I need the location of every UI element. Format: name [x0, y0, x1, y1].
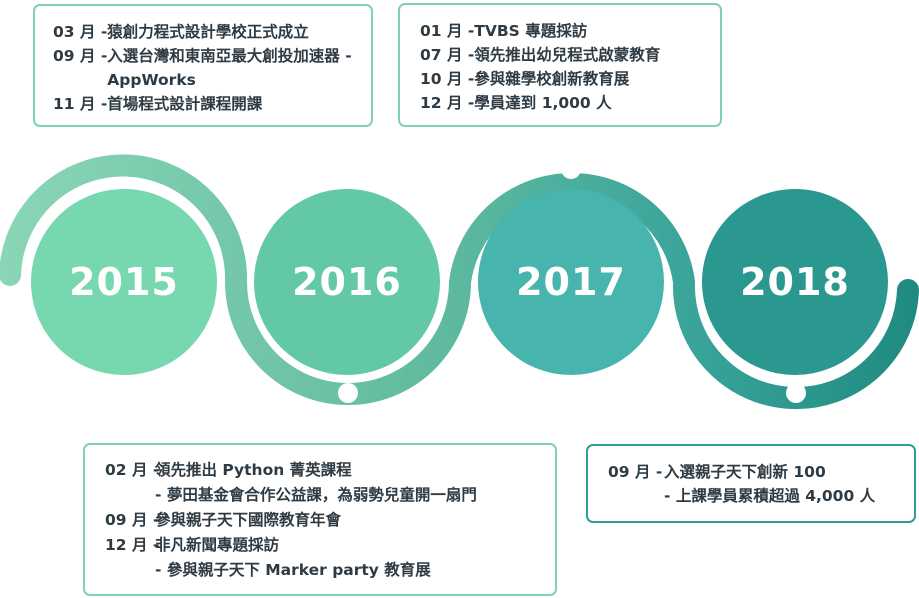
year-circle-2015: 2015 [31, 189, 217, 375]
year-label: 2017 [516, 260, 626, 304]
year-circle-2016: 2016 [254, 189, 440, 375]
event-row: 11 月 - 首場程式設計課程開課 [53, 95, 263, 113]
timeline-dot-2018 [786, 383, 806, 403]
event-box-2016: 02 月 - 領先推出 Python 菁英課程 - 夢田基金會合作公益課，為弱勢… [83, 443, 557, 596]
event-row: 01 月 - TVBS 專題採訪 [420, 22, 588, 40]
event-row: 09 月 - 入選台灣和東南亞最大創投加速器 -AppWorks [53, 47, 352, 89]
event-row: 12 月 - 非凡新聞專題採訪 [105, 536, 280, 554]
event-row: 10 月 - 參與雜學校創新教育展 [420, 70, 630, 88]
year-label: 2016 [292, 260, 402, 304]
event-row: - 上課學員累積超過 4,000 人 [664, 487, 876, 505]
event-box-2018: 09 月 - 入選親子天下創新 100 - 上課學員累積超過 4,000 人 [586, 444, 916, 523]
year-label: 2018 [740, 260, 850, 304]
event-row: 12 月 - 學員達到 1,000 人 [420, 94, 612, 112]
event-row: 07 月 - 領先推出幼兒程式啟蒙教育 [420, 46, 661, 64]
year-circle-2018: 2018 [702, 189, 888, 375]
event-box-2017: 01 月 - TVBS 專題採訪 07 月 - 領先推出幼兒程式啟蒙教育 10 月… [398, 3, 722, 127]
event-row: 09 月 - 參與親子天下國際教育年會 [105, 511, 342, 529]
event-row: 02 月 - 領先推出 Python 菁英課程 [105, 461, 352, 479]
event-row: - 參與親子天下 Marker party 教育展 [155, 561, 431, 579]
event-row: 09 月 - 入選親子天下創新 100 [608, 463, 826, 481]
year-label: 2015 [69, 260, 179, 304]
event-row: - 夢田基金會合作公益課，為弱勢兒童開一扇門 [155, 486, 477, 504]
event-box-2015: 03 月 - 猿創力程式設計學校正式成立 09 月 - 入選台灣和東南亞最大創投… [33, 4, 373, 127]
timeline-dot-2017 [561, 159, 581, 179]
timeline-dot-2016 [338, 383, 358, 403]
year-circle-2017: 2017 [478, 189, 664, 375]
event-row: 03 月 - 猿創力程式設計學校正式成立 [53, 23, 309, 41]
